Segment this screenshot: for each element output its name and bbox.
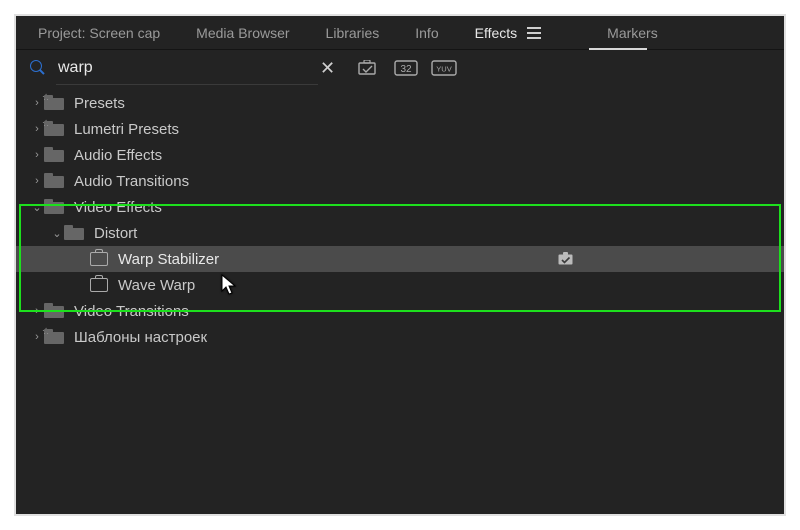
tree-item-presets[interactable]: › ★ Presets: [16, 90, 784, 116]
chevron-down-icon: ⌄: [50, 227, 64, 240]
tree-item-lumetri-presets[interactable]: › ★ Lumetri Presets: [16, 116, 784, 142]
tab-label: Markers: [607, 25, 658, 41]
clear-search-button[interactable]: ✕: [320, 58, 335, 79]
tree-item-audio-transitions[interactable]: › Audio Transitions: [16, 168, 784, 194]
tree-label: Presets: [74, 95, 125, 112]
tab-label: Project: Screen cap: [38, 25, 160, 41]
tab-project[interactable]: Project: Screen cap: [20, 16, 178, 50]
tree-label: Wave Warp: [118, 277, 195, 294]
tab-libraries[interactable]: Libraries: [308, 16, 398, 50]
filter-accelerated-icon[interactable]: [355, 57, 381, 79]
filter-yuv-icon[interactable]: YUV: [431, 57, 457, 79]
svg-text:YUV: YUV: [436, 65, 451, 74]
tree-label: Video Transitions: [74, 303, 189, 320]
tab-markers[interactable]: Markers: [589, 16, 676, 50]
effect-preset-icon: [90, 252, 108, 266]
folder-star-icon: ★: [44, 95, 66, 111]
tree-label: Distort: [94, 225, 137, 242]
tree-label: Шаблоны настроек: [74, 329, 207, 346]
tab-effects[interactable]: Effects: [457, 16, 560, 50]
filter-32bit-icon[interactable]: 32: [393, 57, 419, 79]
tree-label: Audio Transitions: [74, 173, 189, 190]
tab-info[interactable]: Info: [397, 16, 456, 50]
effects-panel: Project: Screen cap Media Browser Librar…: [14, 14, 786, 516]
folder-star-icon: ★: [44, 329, 66, 345]
tree-label: Lumetri Presets: [74, 121, 179, 138]
effects-tree: › ★ Presets › ★ Lumetri Presets › Audio …: [16, 86, 784, 350]
gpu-accelerated-badge-icon: [558, 252, 574, 266]
tab-label: Libraries: [326, 25, 380, 41]
tree-item-wave-warp[interactable]: Wave Warp: [16, 272, 784, 298]
folder-icon: [44, 173, 66, 189]
tab-media-browser[interactable]: Media Browser: [178, 16, 307, 50]
folder-icon: [64, 225, 86, 241]
folder-star-icon: ★: [44, 121, 66, 137]
tree-item-distort[interactable]: ⌄ Distort: [16, 220, 784, 246]
tab-label: Media Browser: [196, 25, 289, 41]
tab-label: Effects: [475, 25, 518, 41]
tree-item-video-transitions[interactable]: › Video Transitions: [16, 298, 784, 324]
panel-menu-icon[interactable]: [527, 27, 541, 39]
panel-tab-strip: Project: Screen cap Media Browser Librar…: [16, 16, 784, 50]
tree-item-warp-stabilizer[interactable]: Warp Stabilizer: [16, 246, 784, 272]
folder-icon: [44, 199, 66, 215]
folder-icon: [44, 147, 66, 163]
effects-search-row: ✕ 32 YUV: [16, 50, 784, 86]
tree-item-audio-effects[interactable]: › Audio Effects: [16, 142, 784, 168]
tree-label: Audio Effects: [74, 147, 162, 164]
tab-label: Info: [415, 25, 438, 41]
chevron-right-icon: ›: [30, 305, 44, 317]
search-underline: [56, 84, 318, 85]
folder-icon: [44, 303, 66, 319]
chevron-right-icon: ›: [30, 149, 44, 161]
tree-label: Video Effects: [74, 199, 162, 216]
active-tab-underline: [589, 48, 647, 50]
effect-preset-icon: [90, 278, 108, 292]
chevron-down-icon: ⌄: [30, 201, 44, 214]
tree-item-templates[interactable]: › ★ Шаблоны настроек: [16, 324, 784, 350]
tree-item-video-effects[interactable]: ⌄ Video Effects: [16, 194, 784, 220]
effects-search-input[interactable]: [58, 59, 308, 77]
tree-label: Warp Stabilizer: [118, 251, 219, 268]
chevron-right-icon: ›: [30, 175, 44, 187]
svg-text:32: 32: [401, 64, 413, 75]
search-icon: [30, 60, 46, 76]
